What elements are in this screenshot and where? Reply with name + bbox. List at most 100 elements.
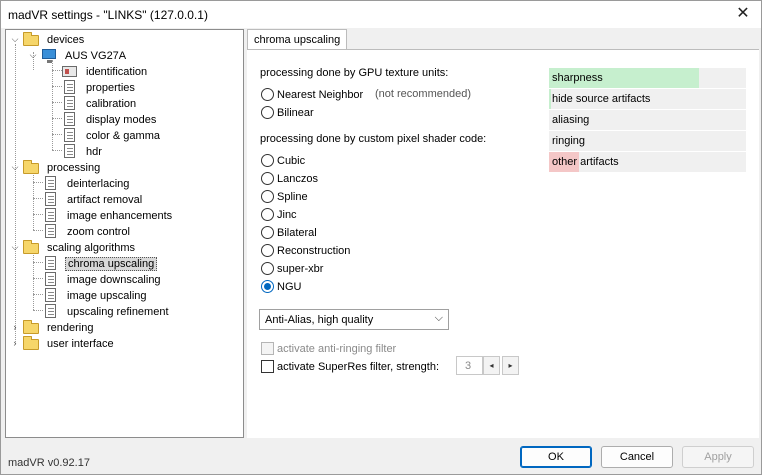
document-icon — [64, 128, 75, 142]
reconstruction-radio[interactable] — [261, 244, 274, 257]
close-icon[interactable]: ✕ — [731, 3, 755, 25]
chevron-right-icon[interactable]: › — [9, 321, 21, 333]
tree-label: artifact removal — [67, 194, 143, 206]
lanczos-label[interactable]: Lanczos — [277, 173, 318, 186]
tree-label: identification — [86, 66, 148, 78]
quality-bar-label: aliasing — [552, 114, 590, 126]
quality-bar-sharpness: sharpness — [549, 68, 746, 88]
settings-panel: processing done by GPU texture units: Ne… — [247, 49, 759, 438]
tree-label: upscaling refinement — [67, 306, 169, 318]
id-card-icon — [62, 66, 77, 77]
document-icon — [45, 224, 56, 238]
window-title: madVR settings - "LINKS" (127.0.0.1) — [8, 8, 208, 22]
spline-label[interactable]: Spline — [277, 191, 308, 204]
cubic-radio[interactable] — [261, 154, 274, 167]
strength-decrease-button[interactable]: ◂ — [483, 356, 500, 375]
quality-bar-other-artifacts: other artifacts — [549, 152, 746, 172]
tree-label: image enhancements — [67, 210, 173, 222]
folder-icon — [23, 336, 39, 350]
tree-label: calibration — [86, 98, 137, 110]
folder-icon — [23, 160, 39, 174]
document-icon — [64, 96, 75, 110]
tab-chroma-upscaling[interactable]: chroma upscaling — [247, 29, 348, 50]
tree-label: image upscaling — [67, 290, 147, 302]
superres-checkbox[interactable] — [261, 360, 274, 373]
lanczos-radio[interactable] — [261, 172, 274, 185]
document-icon — [45, 176, 56, 190]
chevron-right-icon[interactable]: › — [9, 337, 21, 349]
super-xbr-label[interactable]: super-xbr — [277, 263, 323, 276]
document-icon — [64, 112, 75, 126]
bilateral-label[interactable]: Bilateral — [277, 227, 317, 240]
quality-bar-ringing: ringing — [549, 131, 746, 151]
apply-button[interactable]: Apply — [682, 446, 754, 468]
strength-input[interactable]: 3 — [456, 356, 483, 375]
tree-label: display modes — [86, 114, 157, 126]
nearest-neighbor-radio[interactable] — [261, 88, 274, 101]
tree-label: deinterlacing — [67, 178, 130, 190]
document-icon — [64, 144, 75, 158]
settings-window: madVR settings - "LINKS" (127.0.0.1) ✕ ⌵… — [0, 0, 762, 475]
monitor-icon — [42, 49, 56, 63]
bilateral-radio[interactable] — [261, 226, 274, 239]
settings-tree[interactable]: ⌵ devices ⌵ AUS VG27A identification pro… — [5, 29, 244, 438]
quality-bar-label: sharpness — [552, 72, 603, 84]
tree-label: AUS VG27A — [65, 50, 127, 62]
chevron-down-icon[interactable]: ⌵ — [9, 241, 21, 253]
anti-ringing-label[interactable]: activate anti-ringing filter — [277, 343, 396, 356]
quality-bar-label: hide source artifacts — [552, 93, 651, 105]
not-recommended-note: (not recommended) — [375, 88, 471, 100]
folder-icon — [23, 320, 39, 334]
tree-label: zoom control — [67, 226, 130, 238]
document-icon — [45, 272, 56, 286]
bilinear-label[interactable]: Bilinear — [277, 107, 314, 120]
anti-ringing-checkbox[interactable] — [261, 342, 274, 355]
bilinear-radio[interactable] — [261, 106, 274, 119]
tree-label: properties — [86, 82, 135, 94]
gpu-heading: processing done by GPU texture units: — [260, 67, 449, 79]
quality-bar-label: other artifacts — [552, 156, 619, 168]
tree-label: color & gamma — [86, 130, 160, 142]
jinc-label[interactable]: Jinc — [277, 209, 297, 222]
tree-label: image downscaling — [67, 274, 161, 286]
spline-radio[interactable] — [261, 190, 274, 203]
document-icon — [45, 208, 56, 222]
document-icon — [45, 192, 56, 206]
nearest-neighbor-label[interactable]: Nearest Neighbor — [277, 89, 363, 102]
tree-label: scaling algorithms — [47, 242, 136, 254]
ngu-label[interactable]: NGU — [277, 281, 301, 294]
ngu-radio[interactable] — [261, 280, 274, 293]
tree-label: rendering — [47, 322, 94, 334]
tree-label: user interface — [47, 338, 114, 350]
strength-increase-button[interactable]: ▸ — [502, 356, 519, 375]
document-icon — [45, 304, 56, 318]
jinc-radio[interactable] — [261, 208, 274, 221]
chevron-down-icon[interactable]: ⌵ — [9, 33, 21, 45]
ok-button[interactable]: OK — [520, 446, 592, 468]
quality-bar-fill — [549, 89, 551, 109]
shader-heading: processing done by custom pixel shader c… — [260, 133, 487, 145]
tree-label: hdr — [86, 146, 102, 158]
version-label: madVR v0.92.17 — [8, 457, 90, 469]
document-icon — [64, 80, 75, 94]
tree-label: processing — [47, 162, 101, 174]
super-xbr-radio[interactable] — [261, 262, 274, 275]
reconstruction-label[interactable]: Reconstruction — [277, 245, 350, 258]
tree-label: chroma upscaling — [65, 257, 158, 271]
cubic-label[interactable]: Cubic — [277, 155, 305, 168]
document-icon — [45, 288, 56, 302]
quality-bar-hide-source-artifacts: hide source artifacts — [549, 89, 746, 109]
cancel-button[interactable]: Cancel — [601, 446, 673, 468]
quality-bar-aliasing: aliasing — [549, 110, 746, 130]
title-bar: madVR settings - "LINKS" (127.0.0.1) ✕ — [1, 1, 761, 28]
document-icon — [45, 256, 56, 270]
chevron-down-icon[interactable]: ⌵ — [9, 161, 21, 173]
strength-value: 3 — [465, 360, 472, 372]
chevron-down-icon: ⌵ — [434, 312, 443, 324]
quality-select[interactable]: Anti-Alias, high quality ⌵ — [259, 309, 449, 330]
folder-icon — [23, 32, 39, 46]
quality-bar-label: ringing — [552, 135, 586, 147]
superres-label[interactable]: activate SuperRes filter, strength: — [277, 361, 439, 374]
chevron-down-icon[interactable]: ⌵ — [27, 49, 39, 61]
tree-label: devices — [47, 34, 85, 46]
